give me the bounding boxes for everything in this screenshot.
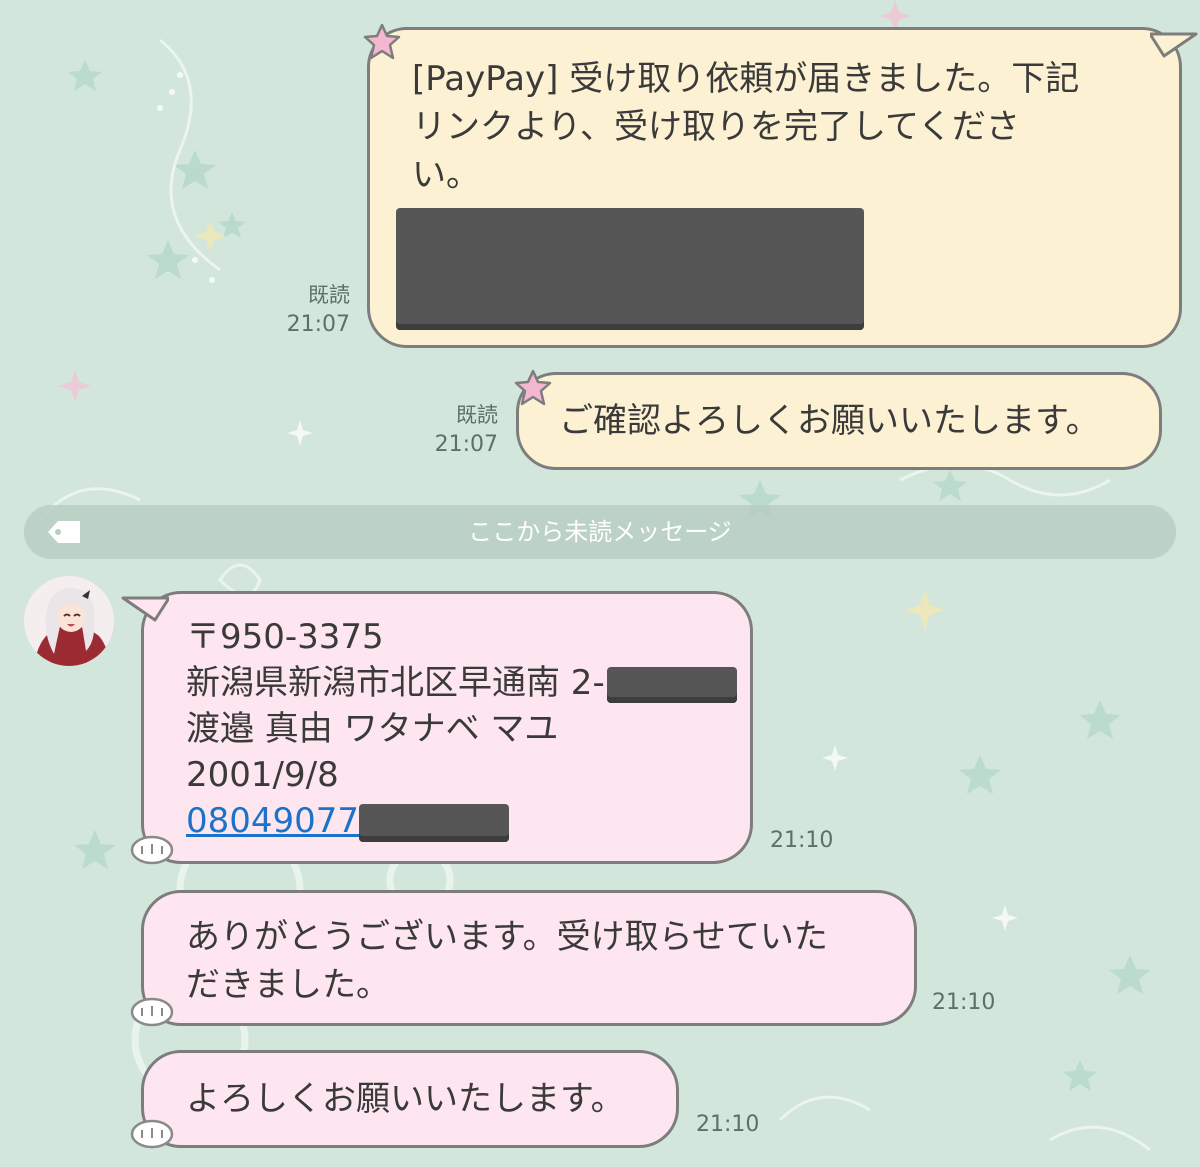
message-line: い。 — [412, 155, 480, 195]
message-time: 21:10 — [696, 1112, 760, 1137]
avatar[interactable] — [24, 576, 114, 666]
message-text: ご確認よろしくお願いいたします。 — [559, 401, 1100, 441]
paw-icon — [130, 997, 174, 1027]
paw-icon — [130, 835, 174, 865]
star-icon — [363, 23, 401, 60]
name-line: 渡邉 真由 ワタナベ マユ — [186, 709, 559, 749]
message-line: ありがとうございます。受け取らせていた — [186, 917, 828, 957]
message-line: リンクより、受け取りを完了してくださ — [412, 107, 1020, 147]
phone-link[interactable]: 08049077 — [186, 801, 359, 841]
star-icon — [514, 369, 552, 406]
message-text: よろしくお願いいたします。 — [186, 1079, 625, 1119]
redacted-address — [606, 666, 737, 703]
message-line: だきました。 — [186, 965, 390, 1005]
address-line: 新潟県新潟市北区早通南 2- — [186, 660, 750, 706]
message-line: [PayPay] 受け取り依頼が届きました。下記 — [412, 59, 1080, 99]
paw-icon — [130, 1119, 174, 1149]
read-label: 既読 — [308, 283, 350, 307]
redacted-phone — [359, 803, 510, 842]
phone-line: 08049077 — [186, 798, 750, 844]
message-read-status: 既読 21:07 — [270, 280, 350, 340]
bubble-tail — [121, 596, 169, 622]
read-label: 既読 — [456, 403, 498, 427]
unread-divider: ここから未読メッセージ — [24, 505, 1176, 559]
address-text: 新潟県新潟市北区早通南 2- — [186, 663, 605, 703]
incoming-message-bubble[interactable]: よろしくお願いいたします。 — [141, 1050, 679, 1148]
incoming-message-bubble[interactable]: ありがとうございます。受け取らせていた だきました。 — [141, 890, 917, 1026]
birthdate-line: 2001/9/8 — [186, 755, 339, 795]
message-time: 21:07 — [434, 432, 498, 457]
message-time: 21:10 — [770, 828, 834, 853]
unread-divider-label: ここから未読メッセージ — [468, 518, 732, 546]
tag-icon — [48, 521, 80, 543]
outgoing-message-bubble[interactable]: [PayPay] 受け取り依頼が届きました。下記 リンクより、受け取りを完了して… — [367, 27, 1182, 348]
message-time: 21:07 — [286, 312, 350, 337]
redacted-link — [396, 208, 864, 330]
incoming-message-bubble[interactable]: 〒950-3375 新潟県新潟市北区早通南 2- 渡邉 真由 ワタナベ マユ 2… — [141, 591, 753, 864]
avatar-image — [24, 576, 114, 666]
message-time: 21:10 — [932, 990, 996, 1015]
outgoing-message-bubble[interactable]: ご確認よろしくお願いいたします。 — [516, 372, 1162, 470]
postal-code: 〒950-3375 — [186, 617, 384, 657]
message-read-status: 既読 21:07 — [420, 400, 498, 460]
bubble-tail — [1150, 32, 1198, 58]
